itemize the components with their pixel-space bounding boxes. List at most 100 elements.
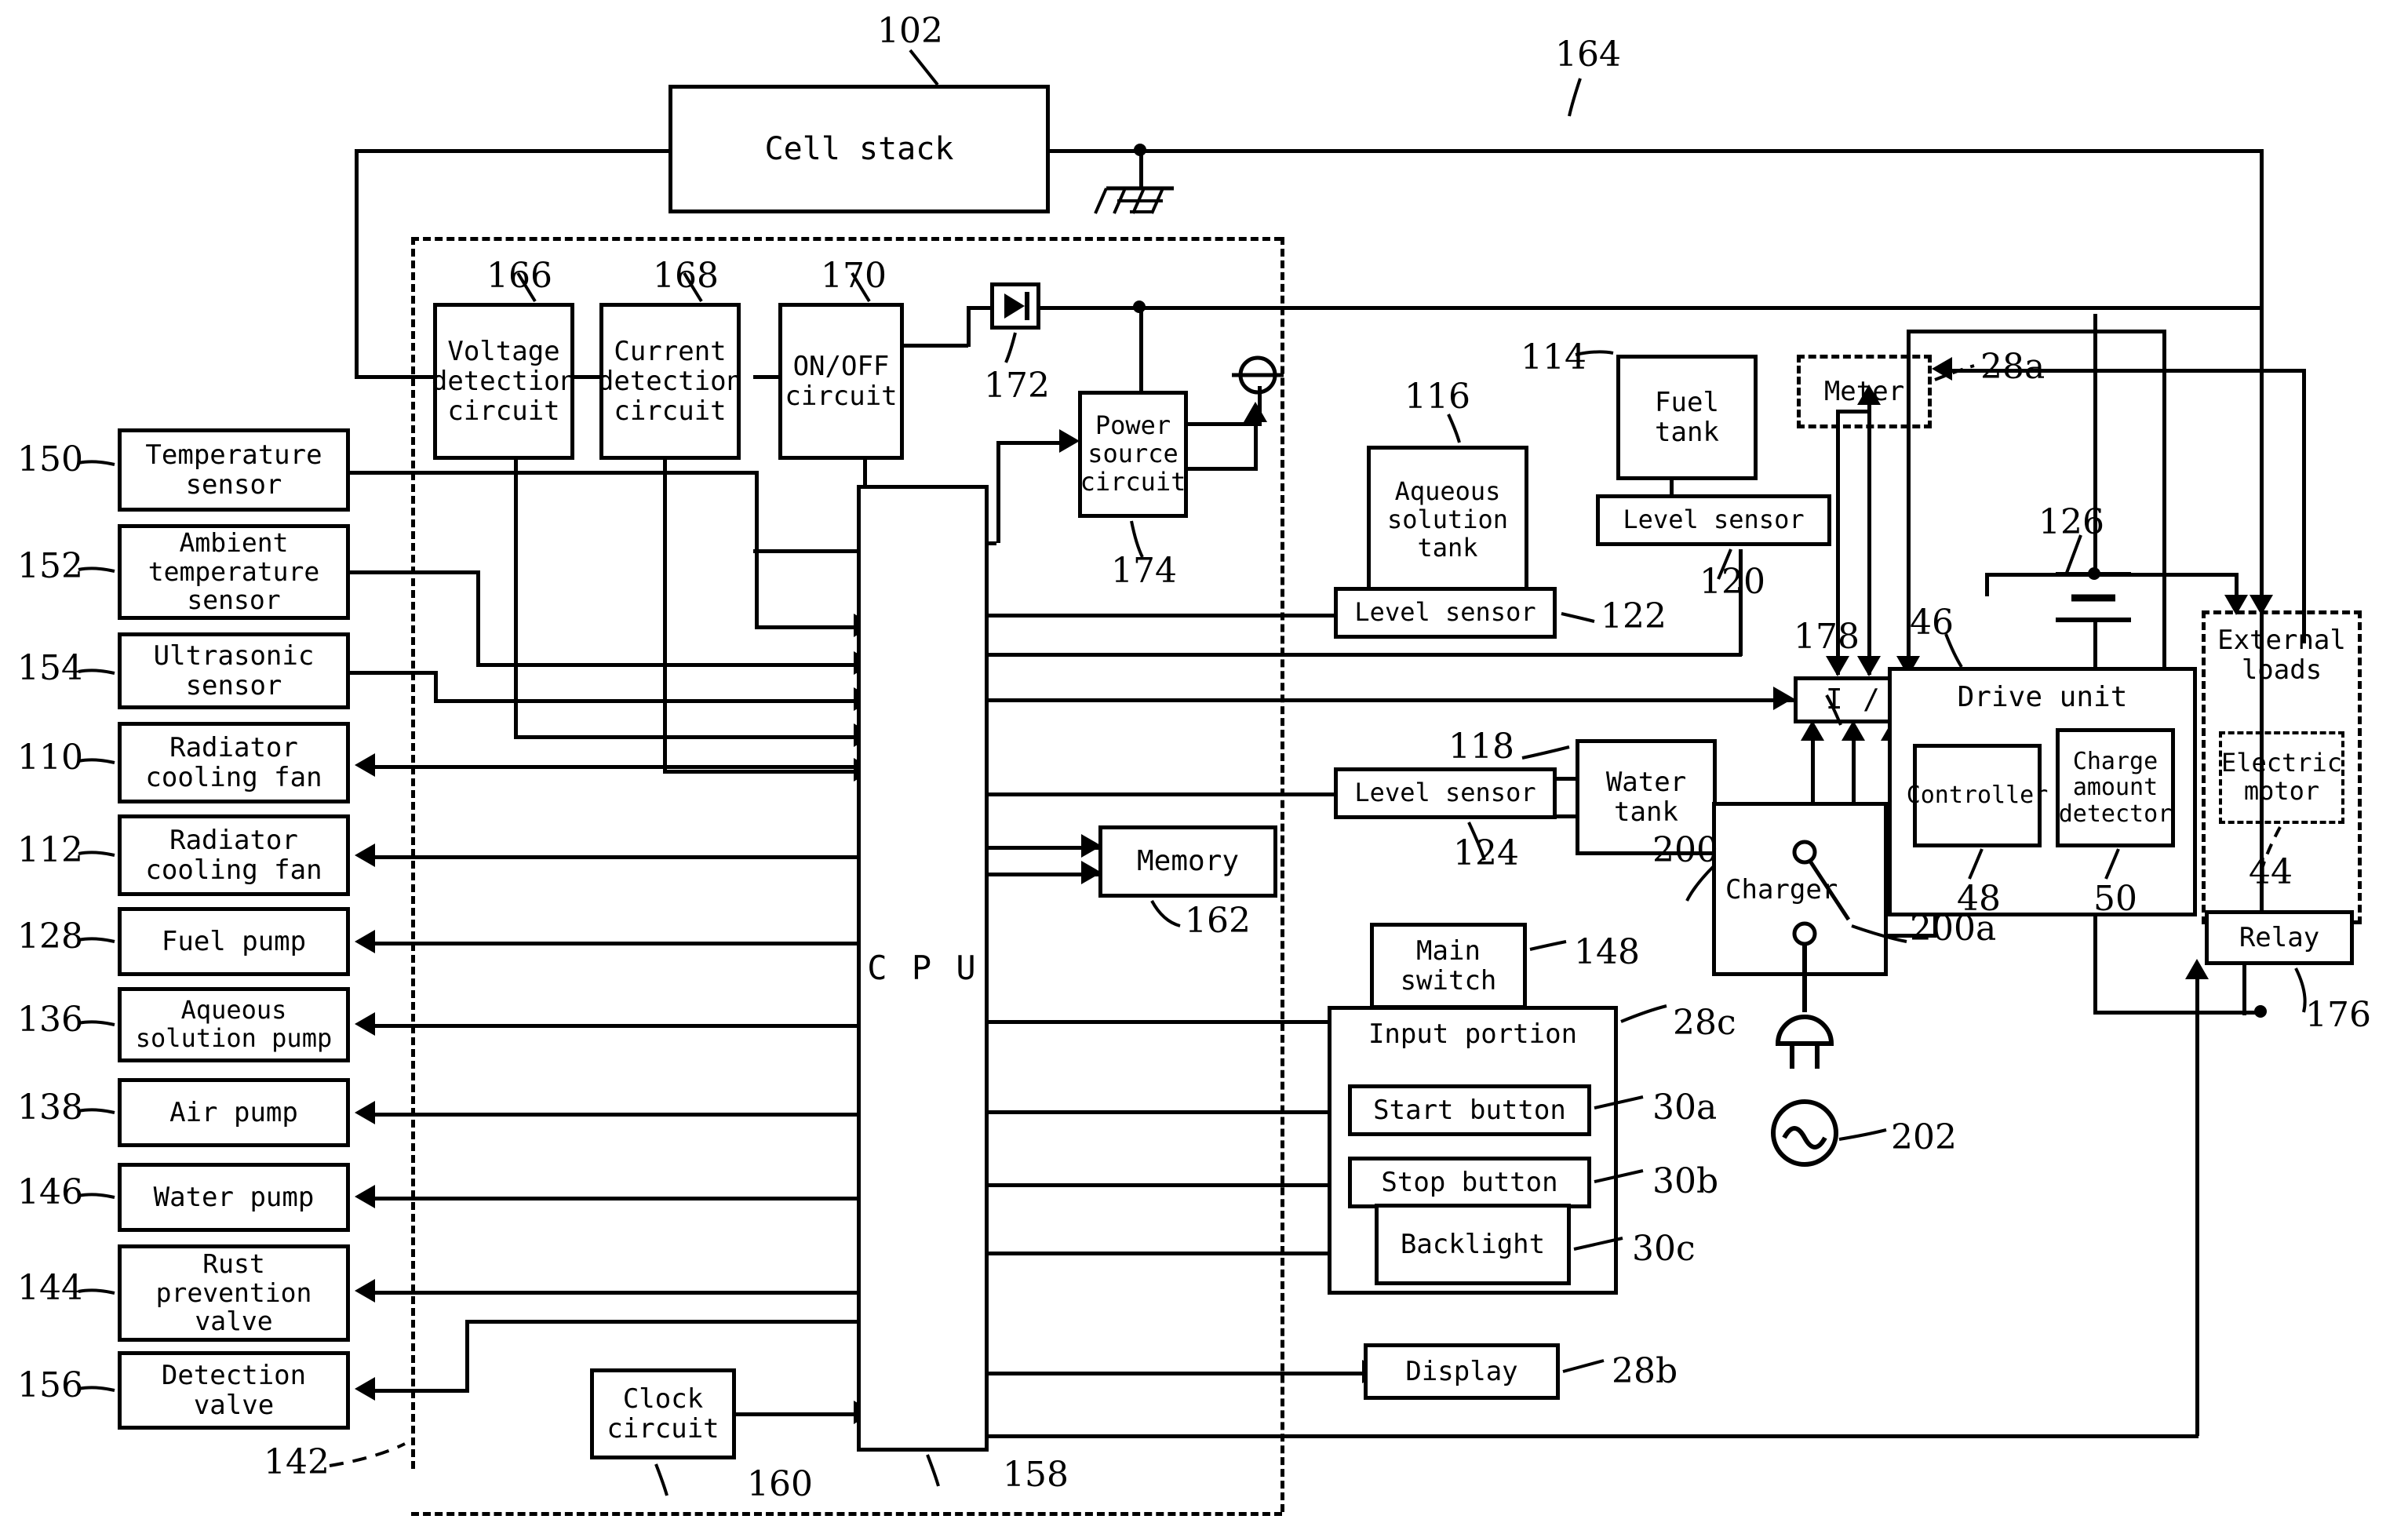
- relay-label: Relay: [2239, 921, 2320, 953]
- ref-30c: 30c: [1632, 1229, 1696, 1269]
- wire: [355, 149, 359, 375]
- cell-stack-label: Cell stack: [764, 130, 954, 167]
- arrow-head: [1059, 429, 1080, 453]
- aqueous-solution-tank-block: Aqueous solution tank: [1367, 446, 1528, 595]
- ref-142: 142: [264, 1442, 330, 1482]
- radiator-cooling-fan-2-block: Radiator cooling fan: [118, 814, 350, 896]
- ref-144: 144: [17, 1268, 83, 1308]
- cpu-label: C P U: [867, 949, 978, 988]
- wire: [465, 1320, 469, 1392]
- wire: [2093, 914, 2097, 1012]
- wire: [736, 1412, 857, 1416]
- wire: [755, 625, 857, 629]
- wire: [753, 375, 778, 379]
- current-detection-circuit-block: Current detection circuit: [598, 303, 742, 460]
- arrow-head: [1244, 402, 1267, 422]
- ecu-boundary: [411, 237, 1282, 241]
- power-source-circuit-label: Power source circuit: [1080, 410, 1186, 497]
- ref-116: 116: [1404, 377, 1470, 417]
- aqueous-solution-pump-block: Aqueous solution pump: [118, 987, 350, 1062]
- wire: [1985, 573, 1989, 596]
- display-label: Display: [1405, 1355, 1518, 1387]
- ref-136: 136: [17, 1000, 83, 1040]
- ref-28c: 28c: [1673, 1003, 1736, 1043]
- controller-label: Controller: [1906, 782, 2049, 810]
- temperature-sensor-block: Temperature sensor: [118, 428, 350, 512]
- wire: [904, 344, 968, 348]
- ref-48: 48: [1957, 879, 2001, 919]
- radiator-cooling-fan-1-label: Radiator cooling fan: [145, 731, 322, 793]
- charger-label: Charger: [1725, 874, 1838, 905]
- ref-114: 114: [1521, 337, 1587, 377]
- ultrasonic-sensor-label: Ultrasonic sensor: [153, 639, 315, 701]
- ref-176: 176: [2305, 995, 2371, 1035]
- ref-46: 46: [1910, 603, 1954, 643]
- wire: [996, 441, 1061, 445]
- wire: [375, 1389, 469, 1393]
- wire: [967, 306, 990, 310]
- meter-label: Meter: [1823, 375, 1905, 407]
- start-button[interactable]: Start button: [1348, 1084, 1591, 1136]
- wire: [514, 460, 518, 737]
- detection-valve-block: Detection valve: [118, 1351, 350, 1430]
- wire: [375, 855, 857, 859]
- ref-118: 118: [1448, 727, 1514, 767]
- ref-202: 202: [1891, 1117, 1957, 1157]
- relay-block: Relay: [2205, 910, 2354, 965]
- stop-button-label: Stop button: [1381, 1166, 1558, 1198]
- wire: [375, 1024, 857, 1028]
- power-source-circuit-block: Power source circuit: [1078, 391, 1188, 518]
- cell-stack-block: Cell stack: [668, 85, 1050, 213]
- wire: [967, 306, 971, 347]
- ref-102: 102: [877, 11, 943, 51]
- ref-174: 174: [1111, 551, 1177, 591]
- arrow-head: [355, 753, 375, 777]
- water-pump-block: Water pump: [118, 1163, 350, 1232]
- voltage-detection-circuit-block: Voltage detection circuit: [432, 303, 576, 460]
- clock-circuit-label: Clock circuit: [607, 1383, 719, 1445]
- wire: [989, 653, 1742, 657]
- ref-156: 156: [17, 1365, 83, 1405]
- battery-icon: [2056, 572, 2131, 622]
- charger-block: Charger: [1712, 802, 1888, 976]
- charge-amount-detector-block: Charge amount detector: [2056, 728, 2175, 847]
- wire: [663, 770, 857, 774]
- wire: [2302, 369, 2306, 643]
- ref-150: 150: [17, 439, 83, 479]
- wire: [349, 671, 435, 675]
- wire: [375, 1291, 857, 1295]
- wire: [434, 699, 857, 703]
- memory-label: Memory: [1136, 844, 1240, 877]
- ref-168: 168: [653, 256, 719, 296]
- stop-button[interactable]: Stop button: [1348, 1157, 1591, 1208]
- water-tank-label: Water tank: [1605, 766, 1687, 828]
- level-sensor-water-block: Level sensor: [1334, 767, 1557, 819]
- ref-166: 166: [486, 256, 552, 296]
- drive-unit-label: Drive unit: [1957, 681, 2128, 713]
- ref-30a: 30a: [1652, 1088, 1718, 1128]
- ref-178: 178: [1794, 617, 1860, 657]
- wire: [375, 942, 857, 945]
- ref-110: 110: [17, 738, 83, 778]
- arrow-head: [355, 1377, 375, 1401]
- wire: [2093, 1011, 2263, 1015]
- display-block: Display: [1364, 1343, 1560, 1400]
- ref-146: 146: [17, 1172, 83, 1212]
- ref-30b: 30b: [1652, 1161, 1719, 1201]
- charge-amount-detector-label: Charge amount detector: [2058, 747, 2173, 828]
- ambient-temperature-sensor-block: Ambient temperature sensor: [118, 524, 350, 620]
- junction-dot: [1134, 144, 1146, 156]
- wire: [1040, 306, 1142, 310]
- clock-circuit-block: Clock circuit: [590, 1368, 736, 1459]
- arrow-head: [355, 1012, 375, 1036]
- boundary-142: [411, 237, 415, 1469]
- wire: [755, 471, 759, 625]
- ref-152: 152: [17, 546, 83, 586]
- onoff-circuit-block: ON/OFF circuit: [778, 303, 904, 460]
- air-pump-block: Air pump: [118, 1078, 350, 1147]
- arrow-head: [1773, 687, 1794, 710]
- wire: [1183, 467, 1258, 471]
- main-switch-block[interactable]: Main switch: [1370, 923, 1527, 1009]
- arrow-head: [355, 1279, 375, 1303]
- ref-120: 120: [1699, 562, 1765, 602]
